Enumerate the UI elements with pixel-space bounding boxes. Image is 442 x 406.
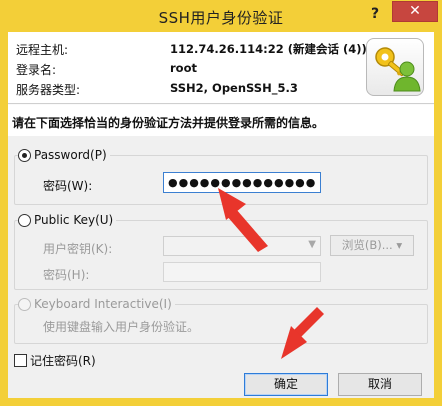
arrow-to-password-icon bbox=[218, 188, 268, 252]
ssh-auth-dialog: SSH用户身份验证 ? ✕ 远程主机: 112.74.26.114:22 (新建… bbox=[0, 0, 442, 406]
arrow-to-ok-icon bbox=[281, 307, 324, 359]
annotation-arrows bbox=[218, 188, 324, 359]
